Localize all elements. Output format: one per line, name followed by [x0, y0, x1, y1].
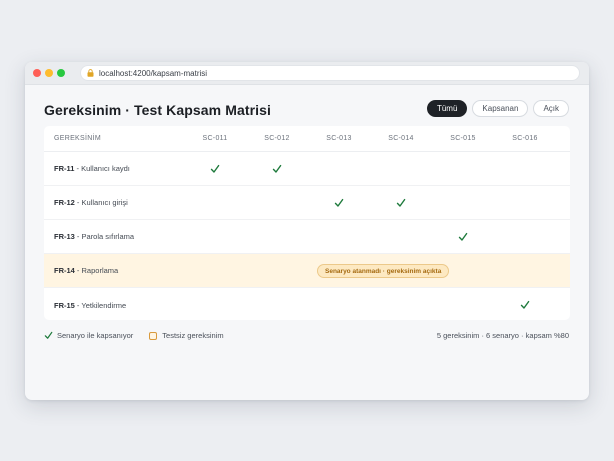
lock-icon — [87, 69, 94, 77]
separator: - — [74, 232, 82, 241]
coverage-cell[interactable] — [184, 288, 246, 320]
coverage-cell[interactable] — [494, 254, 556, 287]
legend-item-covered: Senaryo ile kapsanıyor — [44, 331, 133, 340]
coverage-cell[interactable] — [494, 186, 556, 219]
check-icon — [44, 331, 53, 339]
check-icon — [458, 232, 468, 241]
coverage-summary: 5 gereksinim · 6 senaryo · kapsam %80 — [436, 331, 569, 340]
coverage-cell[interactable] — [308, 220, 370, 253]
page-content: Gereksinim · Test Kapsam Matrisi Tümü Kap… — [25, 85, 589, 400]
coverage-cell[interactable] — [370, 220, 432, 253]
coverage-cell[interactable] — [246, 288, 308, 320]
requirement-name: Parola sıfırlama — [81, 232, 135, 241]
table-row[interactable]: FR-12 - Kullanıcı girişi — [44, 186, 570, 220]
requirement-cell: FR-13 - Parola sıfırlama — [44, 232, 184, 241]
requirement-cell: FR-11 - Kullanıcı kaydı — [44, 164, 184, 173]
column-header-scenario: SC-015 — [450, 135, 476, 142]
legend: Senaryo ile kapsanıyor Testsiz gereksini… — [44, 331, 240, 340]
requirement-id: FR-13 — [54, 232, 75, 241]
column-header-scenario: SC-014 — [388, 135, 414, 142]
requirement-id: FR-15 — [54, 300, 75, 310]
address-bar[interactable]: localhost:4200/kapsam-matrisi — [80, 65, 580, 81]
untested-swatch — [149, 331, 158, 340]
legend-label-covered: Senaryo ile kapsanıyor — [57, 331, 134, 340]
separator: - — [74, 266, 82, 275]
requirement-name: Kullanıcı kaydı — [81, 164, 130, 173]
coverage-cell[interactable] — [432, 186, 494, 219]
coverage-cell[interactable] — [370, 152, 432, 185]
browser-window: localhost:4200/kapsam-matrisi Gereksinim… — [25, 62, 589, 400]
coverage-cell[interactable] — [246, 254, 308, 287]
filter-button[interactable]: Açık — [533, 100, 569, 117]
check-icon — [520, 300, 530, 309]
coverage-cell[interactable] — [246, 220, 308, 253]
requirement-name: Kullanıcı girişi — [81, 198, 128, 207]
separator: - — [74, 198, 82, 207]
table-row[interactable]: FR-11 - Kullanıcı kaydı — [44, 152, 570, 186]
requirement-name: Yetkilendirme — [81, 300, 127, 310]
maximize-window-button[interactable] — [57, 69, 65, 77]
coverage-cell[interactable] — [184, 220, 246, 253]
column-header-scenario: SC-016 — [512, 135, 538, 142]
table-row[interactable]: FR-15 - Yetkilendirme — [44, 288, 570, 320]
coverage-cell[interactable] — [184, 254, 246, 287]
close-window-button[interactable] — [33, 69, 41, 77]
legend-label-untested: Testsiz gereksinim — [162, 331, 224, 340]
requirement-id: FR-14 — [54, 266, 75, 275]
table-body: FR-11 - Kullanıcı kaydı FR-12 - Kullanıcı… — [44, 152, 570, 320]
coverage-cell[interactable] — [184, 186, 246, 219]
table-row[interactable]: FR-14 - Raporlama Senaryo atanmadı · gere… — [44, 254, 570, 288]
column-header-requirement: GEREKSİNİM — [54, 135, 101, 142]
coverage-cell[interactable] — [494, 288, 556, 320]
coverage-cell[interactable] — [308, 152, 370, 185]
coverage-cell[interactable] — [308, 288, 370, 320]
check-icon — [396, 198, 406, 207]
coverage-cell[interactable] — [308, 186, 370, 219]
table-row[interactable]: FR-13 - Parola sıfırlama — [44, 220, 570, 254]
coverage-cell[interactable] — [494, 152, 556, 185]
warning-badge: Senaryo atanmadı · gereksinim açıkta — [317, 264, 450, 278]
coverage-cell[interactable] — [432, 220, 494, 253]
coverage-matrix-table: GEREKSİNİM SC-011 SC-012 SC-013 SC-014 SC-01… — [44, 126, 570, 320]
filter-button[interactable]: Tümü — [426, 100, 468, 117]
requirement-cell: FR-12 - Kullanıcı girişi — [44, 198, 184, 207]
coverage-cell[interactable] — [370, 288, 432, 320]
column-header-scenario: SC-013 — [326, 135, 352, 142]
coverage-cell[interactable] — [246, 186, 308, 219]
page-title: Gereksinim · Test Kapsam Matrisi — [44, 102, 272, 118]
check-icon — [210, 164, 220, 173]
table-header: GEREKSİNİM SC-011 SC-012 SC-013 SC-014 SC-01… — [44, 126, 570, 152]
coverage-cell[interactable] — [184, 152, 246, 185]
check-icon — [334, 198, 344, 207]
minimize-window-button[interactable] — [45, 69, 53, 77]
coverage-cell[interactable] — [432, 152, 494, 185]
coverage-cell[interactable] — [494, 220, 556, 253]
browser-titlebar: localhost:4200/kapsam-matrisi — [25, 62, 589, 85]
filter-button[interactable]: Kapsanan — [472, 100, 529, 117]
column-header-scenario: SC-012 — [264, 135, 290, 142]
requirement-cell: FR-14 - Raporlama — [44, 266, 184, 275]
url-text: localhost:4200/kapsam-matrisi — [99, 68, 208, 78]
legend-item-untested: Testsiz gereksinim — [149, 331, 224, 340]
coverage-cell[interactable] — [432, 288, 494, 320]
coverage-cell[interactable] — [370, 186, 432, 219]
requirement-id: FR-11 — [54, 164, 75, 173]
filter-group: Tümü Kapsanan Açık — [426, 100, 569, 117]
check-icon — [272, 164, 282, 173]
coverage-cell[interactable] — [246, 152, 308, 185]
column-header-scenario: SC-011 — [202, 135, 228, 142]
requirement-cell: FR-15 - Yetkilendirme — [44, 301, 184, 310]
requirement-id: FR-12 — [54, 198, 75, 207]
requirement-name: Raporlama — [81, 266, 119, 275]
